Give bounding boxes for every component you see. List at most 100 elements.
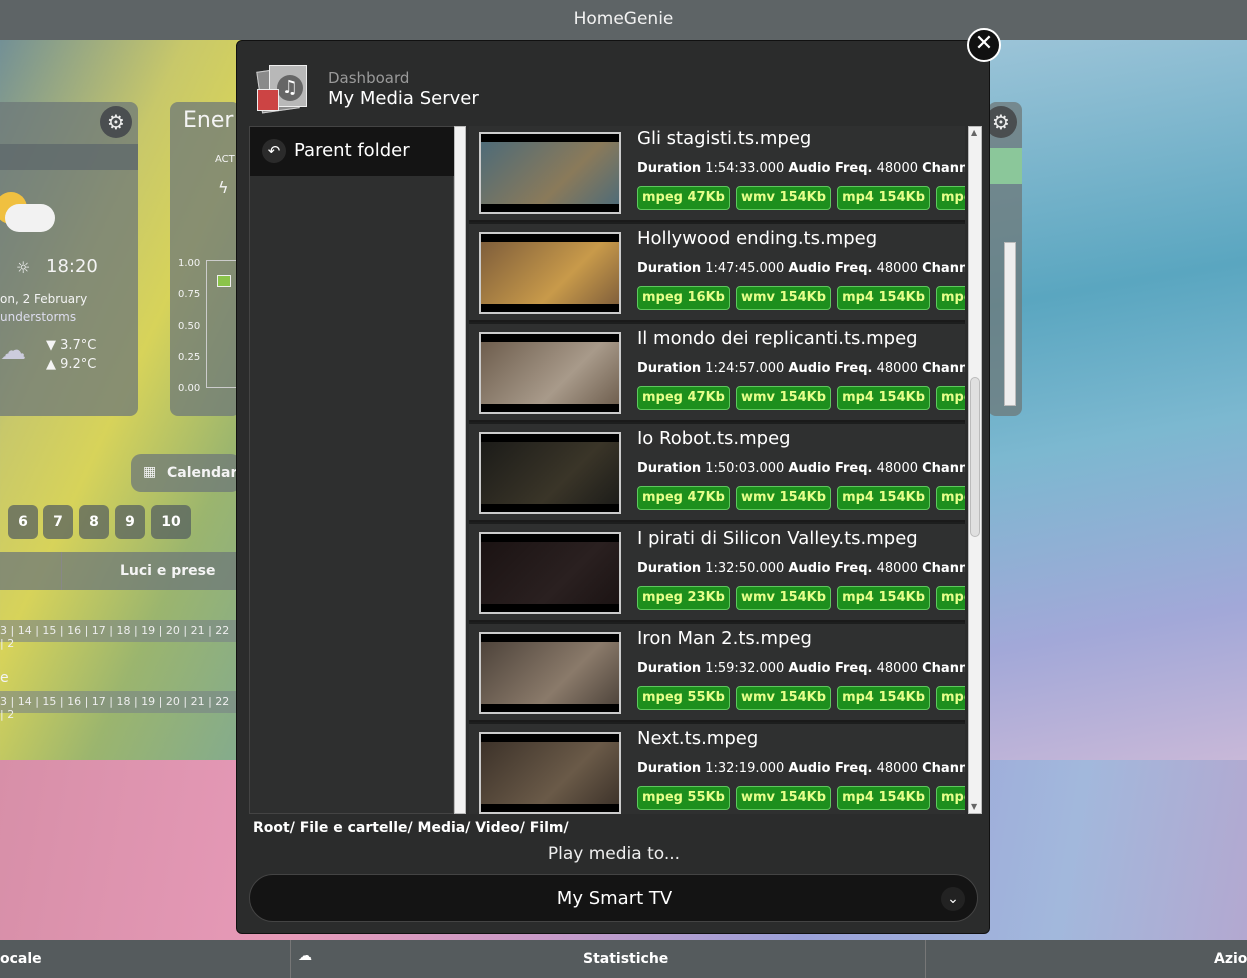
group-tab-lights[interactable]: Luci e prese: [120, 563, 215, 579]
format-button[interactable]: mp4 154Kb: [837, 186, 931, 210]
media-thumbnail[interactable]: [479, 732, 621, 814]
format-button[interactable]: mpeg 207Kb: [936, 786, 965, 810]
media-item[interactable]: Next.ts.mpeg Duration 1:32:19.000 Audio F…: [469, 724, 965, 814]
format-button[interactable]: mp4 154Kb: [837, 386, 931, 410]
format-button[interactable]: mpeg 55Kb: [637, 786, 730, 810]
format-button[interactable]: mpeg 16Kb: [637, 286, 730, 310]
format-button[interactable]: wmv 154Kb: [735, 786, 832, 810]
audio-freq-label: Audio Freq.: [788, 761, 873, 776]
format-button[interactable]: mpeg 207Kb: [936, 286, 965, 310]
duration-label: Duration: [637, 761, 702, 776]
folder-pane: ↶ Parent folder: [249, 126, 455, 814]
channels-label: Channels: [922, 561, 965, 576]
right-scrollbar[interactable]: [1004, 242, 1016, 406]
media-title: Hollywood ending.ts.mpeg: [637, 228, 878, 249]
duration-label: Duration: [637, 361, 702, 376]
day-10[interactable]: 10: [151, 505, 191, 539]
target-device-select[interactable]: My Smart TV ⌄: [249, 874, 978, 922]
audio-freq-value: 48000: [876, 761, 918, 776]
media-item[interactable]: Io Robot.ts.mpeg Duration 1:50:03.000 Aud…: [469, 424, 965, 522]
format-button[interactable]: mpeg 55Kb: [637, 686, 730, 710]
media-metadata: Duration 1:54:33.000 Audio Freq. 48000 C…: [637, 161, 965, 176]
media-title: Io Robot.ts.mpeg: [637, 428, 791, 449]
group-tab-left[interactable]: [0, 552, 62, 590]
media-item[interactable]: Iron Man 2.ts.mpeg Duration 1:59:32.000 A…: [469, 624, 965, 722]
media-title: Il mondo dei replicanti.ts.mpeg: [637, 328, 918, 349]
duration-value: 1:24:57.000: [705, 361, 785, 376]
format-buttons: mpeg 55Kbwmv 154Kbmp4 154Kbmpeg 207Kb: [637, 686, 965, 712]
parent-folder-button[interactable]: ↶ Parent folder: [250, 127, 455, 176]
format-button[interactable]: wmv 154Kb: [735, 186, 832, 210]
media-list-scrollbar[interactable]: ▲ ▼: [968, 126, 982, 814]
media-thumbnail[interactable]: [479, 332, 621, 414]
format-button[interactable]: wmv 154Kb: [735, 586, 832, 610]
audio-freq-label: Audio Freq.: [788, 361, 873, 376]
day-9[interactable]: 9: [115, 505, 145, 539]
format-button[interactable]: mpeg 23Kb: [637, 586, 730, 610]
media-thumbnail[interactable]: [479, 632, 621, 714]
bottom-tab-statistics[interactable]: Statistiche: [583, 951, 668, 967]
breadcrumb[interactable]: Dashboard: [328, 69, 409, 87]
format-button[interactable]: mpeg 47Kb: [637, 386, 730, 410]
energy-title: Ener: [183, 108, 234, 133]
target-device-value: My Smart TV: [556, 888, 673, 909]
format-button[interactable]: mp4 154Kb: [837, 586, 931, 610]
audio-freq-label: Audio Freq.: [788, 161, 873, 176]
weather-min: ▼ 3.7°C: [46, 338, 97, 353]
channels-label: Channels: [922, 761, 965, 776]
media-item[interactable]: Gli stagisti.ts.mpeg Duration 1:54:33.000…: [469, 126, 965, 222]
format-button[interactable]: mpeg 207Kb: [936, 386, 965, 410]
media-item[interactable]: Hollywood ending.ts.mpeg Duration 1:47:45…: [469, 224, 965, 322]
media-thumbnail[interactable]: [479, 432, 621, 514]
group-tab-bar: Luci e prese: [0, 552, 240, 590]
format-button[interactable]: wmv 154Kb: [735, 486, 832, 510]
day-8[interactable]: 8: [79, 505, 109, 539]
format-button[interactable]: mpeg 47Kb: [637, 186, 730, 210]
folder-pane-scrollbar[interactable]: [454, 126, 466, 814]
close-icon[interactable]: ✕: [967, 28, 1001, 62]
weather-cloud-icon: [0, 192, 55, 232]
lightning-icon: ϟ: [218, 178, 229, 197]
duration-value: 1:59:32.000: [705, 661, 785, 676]
format-buttons: mpeg 16Kbwmv 154Kbmp4 154Kbmpeg 207Kb: [637, 286, 965, 312]
weather-time: 18:20: [46, 256, 98, 277]
format-button[interactable]: mpeg 207Kb: [936, 186, 965, 210]
cloud-icon: ☁: [298, 948, 312, 964]
format-button[interactable]: mp4 154Kb: [837, 686, 931, 710]
media-item[interactable]: I pirati di Silicon Valley.ts.mpeg Durati…: [469, 524, 965, 622]
scrollbar-thumb[interactable]: [970, 377, 980, 537]
media-thumbnail[interactable]: [479, 532, 621, 614]
format-button[interactable]: mpeg 47Kb: [637, 486, 730, 510]
day-7[interactable]: 7: [43, 505, 73, 539]
duration-value: 1:47:45.000: [705, 261, 785, 276]
media-thumbnail[interactable]: [479, 132, 621, 214]
format-button[interactable]: mp4 154Kb: [837, 286, 931, 310]
format-button[interactable]: mpeg 207Kb: [936, 586, 965, 610]
chevron-down-icon[interactable]: ⌄: [941, 887, 965, 911]
duration-label: Duration: [637, 661, 702, 676]
bottom-tab-actions[interactable]: Azion: [1214, 951, 1247, 967]
format-buttons: mpeg 55Kbwmv 154Kbmp4 154Kbmpeg 207Kb: [637, 786, 965, 812]
media-thumbnail[interactable]: [479, 232, 621, 314]
format-button[interactable]: mpeg 207Kb: [936, 486, 965, 510]
energy-label: ACT: [215, 154, 235, 165]
scroll-up-icon[interactable]: ▲: [971, 129, 979, 137]
media-item[interactable]: Il mondo dei replicanti.ts.mpeg Duration …: [469, 324, 965, 422]
format-button[interactable]: wmv 154Kb: [735, 286, 832, 310]
storm-icon: ☁: [0, 336, 26, 366]
timeline-row-2: 3 | 14 | 15 | 16 | 17 | 18 | 19 | 20 | 2…: [0, 691, 236, 721]
sunset-icon: ☼: [16, 258, 31, 277]
format-button[interactable]: mp4 154Kb: [837, 786, 931, 810]
format-button[interactable]: wmv 154Kb: [735, 386, 832, 410]
calendar-button[interactable]: ▦ Calendario: [131, 454, 252, 492]
day-6[interactable]: 6: [8, 505, 38, 539]
bottom-bar: ocale ☁ Statistiche Azion: [0, 940, 1247, 978]
format-button[interactable]: mpeg 207Kb: [936, 686, 965, 710]
bottom-tab-local[interactable]: ocale: [0, 951, 42, 967]
format-button[interactable]: mp4 154Kb: [837, 486, 931, 510]
channels-label: Channels: [922, 261, 965, 276]
weather-max: ▲ 9.2°C: [46, 357, 97, 372]
format-button[interactable]: wmv 154Kb: [735, 686, 832, 710]
gear-icon[interactable]: ⚙: [100, 106, 132, 138]
scroll-down-icon[interactable]: ▼: [971, 803, 979, 811]
